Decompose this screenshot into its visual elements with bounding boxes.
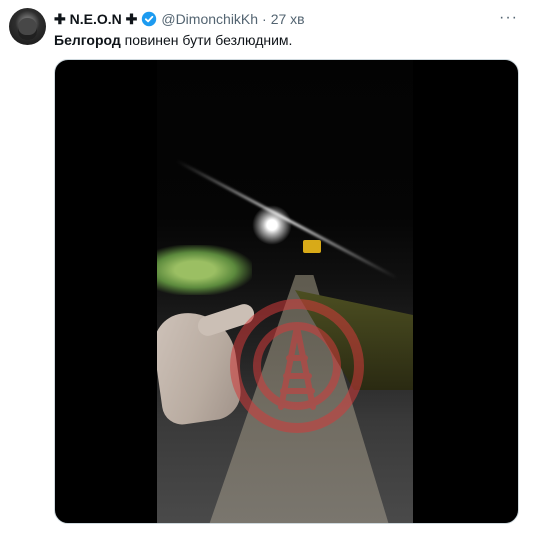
tweet: ✚ N.E.O.N ✚ @DimonchikKh · 27 хв ··· Бел… xyxy=(0,0,536,533)
separator: · xyxy=(262,11,267,27)
author-name[interactable]: ✚ N.E.O.N ✚ xyxy=(54,9,137,29)
street-light xyxy=(252,205,292,245)
tweet-text-rest: повинен бути безлюдним. xyxy=(120,32,293,48)
yellow-sign xyxy=(303,240,321,253)
tree-foliage xyxy=(157,245,252,295)
verified-badge-icon xyxy=(141,11,157,27)
avatar[interactable] xyxy=(9,8,46,45)
tweet-header: ✚ N.E.O.N ✚ @DimonchikKh · 27 хв xyxy=(54,9,305,29)
timestamp[interactable]: 27 хв xyxy=(271,9,305,29)
tweet-text: Белгород повинен бути безлюдним. xyxy=(54,30,292,50)
author-handle[interactable]: @DimonchikKh xyxy=(161,9,258,29)
tweet-text-bold: Белгород xyxy=(54,32,121,48)
tweet-video[interactable] xyxy=(54,59,519,524)
radio-tower-watermark-icon xyxy=(230,299,364,433)
more-options-icon[interactable]: ··· xyxy=(499,10,518,26)
video-frame xyxy=(157,60,413,523)
